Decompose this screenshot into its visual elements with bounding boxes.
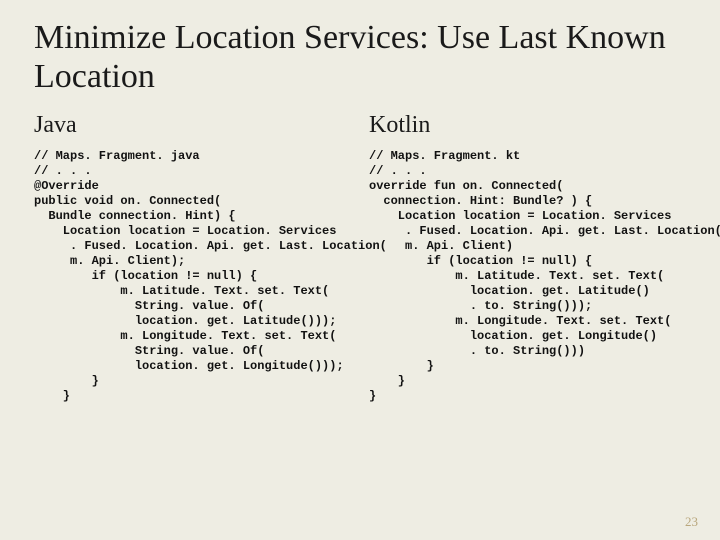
- java-code-block: // Maps. Fragment. java // . . . @Overri…: [34, 149, 351, 404]
- right-heading: Kotlin: [369, 112, 686, 139]
- columns: Java // Maps. Fragment. java // . . . @O…: [34, 110, 686, 404]
- left-column: Java // Maps. Fragment. java // . . . @O…: [34, 110, 351, 404]
- left-heading: Java: [34, 112, 351, 139]
- right-column: Kotlin // Maps. Fragment. kt // . . . ov…: [369, 110, 686, 404]
- slide-title: Minimize Location Services: Use Last Kno…: [34, 18, 686, 96]
- kotlin-code-block: // Maps. Fragment. kt // . . . override …: [369, 149, 686, 404]
- page-number: 23: [685, 514, 698, 530]
- slide: Minimize Location Services: Use Last Kno…: [0, 0, 720, 540]
